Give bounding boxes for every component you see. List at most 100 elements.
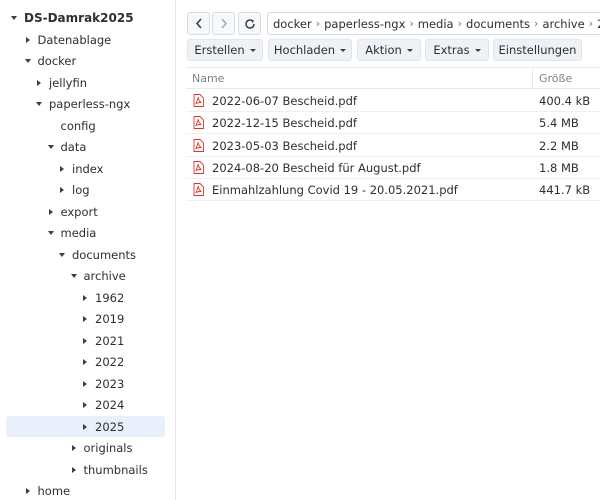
file-size: 1.8 MB — [539, 160, 579, 175]
erstellen-button[interactable]: Erstellen — [187, 39, 263, 61]
tree-item-thumbnails[interactable]: thumbnails — [6, 459, 165, 480]
breadcrumb-segment[interactable]: docker — [273, 17, 312, 31]
tree-item-archive[interactable]: archive — [6, 266, 165, 287]
path-separator: › — [315, 17, 321, 30]
hochladen-button[interactable]: Hochladen — [268, 39, 352, 61]
chevron-down-icon — [474, 48, 481, 52]
tree-item-log[interactable]: log — [6, 180, 165, 201]
chevron-right-icon[interactable] — [79, 423, 91, 430]
tree-item-label: 1962 — [95, 290, 125, 305]
tree-item-label: 2024 — [95, 398, 125, 412]
pdf-file-icon — [193, 94, 204, 107]
column-header-size[interactable]: Größe — [539, 72, 572, 85]
file-row[interactable]: 2023-05-03 Bescheid.pdf 2.2 MB — [186, 135, 600, 157]
tree-item-ds_damrak2025[interactable]: DS-Damrak2025 — [6, 8, 165, 29]
path-bar[interactable]: docker › paperless-ngx › media › documents › arc… — [267, 12, 600, 35]
chevron-down-icon[interactable] — [45, 231, 57, 235]
tree-item-media[interactable]: media — [6, 223, 165, 244]
chevron-right-icon[interactable] — [79, 359, 91, 365]
file-name: 2022-12-15 Bescheid.pdf — [212, 116, 357, 131]
tree-item-label: 2021 — [95, 333, 125, 348]
tree-item-y2025[interactable]: 2025 — [6, 416, 165, 437]
file-size: 400.4 kB — [539, 94, 591, 108]
tree-item-home[interactable]: home — [6, 481, 165, 500]
extras-button[interactable]: Extras — [425, 39, 489, 61]
path-separator: › — [457, 17, 463, 30]
tree-item-export[interactable]: export — [6, 201, 165, 222]
file-name: 2024-08-20 Bescheid für August.pdf — [212, 160, 421, 175]
tree-item-y1962[interactable]: 1962 — [6, 287, 165, 308]
einstellungen-button[interactable]: Einstellungen — [493, 39, 582, 61]
tree-item-jellyfin[interactable]: jellyfin — [6, 72, 165, 93]
tree-item-paperless_ngx[interactable]: paperless-ngx — [6, 94, 165, 115]
tree-item-y2023[interactable]: 2023 — [6, 373, 165, 394]
tree-item-label: documents — [72, 247, 137, 262]
tree-item-label: thumbnails — [83, 462, 148, 477]
chevron-right-icon[interactable] — [56, 187, 68, 193]
chevron-right-icon[interactable] — [79, 380, 91, 387]
chevron-right-icon[interactable] — [56, 165, 68, 172]
chevron-right-icon[interactable] — [79, 316, 91, 322]
tree-item-originals[interactable]: originals — [6, 438, 165, 459]
tree-item-label: 2022 — [95, 355, 125, 369]
tree-item-data[interactable]: data — [6, 137, 165, 158]
pdf-file-icon — [193, 116, 204, 130]
breadcrumb-segment[interactable]: documents — [466, 17, 530, 31]
tree-item-y2019[interactable]: 2019 — [6, 309, 165, 330]
back-button[interactable] — [187, 12, 210, 35]
chevron-down-icon[interactable] — [56, 252, 68, 257]
tree-item-y2021[interactable]: 2021 — [6, 330, 165, 351]
tree-item-label: index — [72, 161, 104, 176]
tree-item-label: config — [60, 118, 96, 133]
chevron-right-icon[interactable] — [33, 79, 45, 86]
file-size: 441.7 kB — [539, 183, 591, 198]
forward-button[interactable] — [212, 12, 235, 35]
chevron-down-icon — [249, 48, 256, 52]
file-row[interactable]: 2022-12-15 Bescheid.pdf 5.4 MB — [186, 112, 600, 135]
breadcrumb-segment[interactable]: archive — [542, 17, 584, 31]
breadcrumb-segment[interactable]: media — [418, 17, 454, 31]
file-size: 2.2 MB — [539, 138, 579, 153]
column-divider[interactable] — [532, 68, 533, 89]
aktion-button[interactable]: Aktion — [357, 39, 421, 61]
tree-item-label: Datenablage — [37, 32, 112, 47]
chevron-down-icon — [340, 48, 347, 52]
chevron-right-icon[interactable] — [79, 337, 91, 344]
chevron-down-icon[interactable] — [68, 274, 80, 278]
tree-item-y2024[interactable]: 2024 — [6, 395, 165, 416]
breadcrumb-segment[interactable]: paperless-ngx — [324, 17, 405, 31]
chevron-right-icon[interactable] — [45, 208, 57, 215]
tree-item-y2022[interactable]: 2022 — [6, 352, 165, 373]
chevron-down-icon[interactable] — [33, 102, 45, 106]
path-separator: › — [409, 17, 414, 30]
file-name: 2022-06-07 Bescheid.pdf — [212, 94, 357, 108]
tree-item-index[interactable]: index — [6, 158, 165, 179]
tree-item-label: DS-Damrak2025 — [24, 11, 134, 25]
chevron-down-icon — [406, 48, 413, 52]
tree-item-label: paperless-ngx — [49, 97, 131, 111]
chevron-down-icon[interactable] — [22, 59, 34, 63]
tree-item-label: jellyfin — [49, 75, 87, 90]
chevron-right-icon[interactable] — [68, 445, 80, 451]
tree-item-config[interactable]: config — [6, 115, 165, 136]
pdf-file-icon — [193, 183, 204, 197]
tree-item-docker[interactable]: docker — [6, 51, 165, 72]
column-header-name[interactable]: Name — [192, 72, 224, 85]
file-size: 5.4 MB — [539, 116, 579, 131]
file-row[interactable]: 2022-06-07 Bescheid.pdf 400.4 kB — [186, 90, 600, 112]
tree-item-datenablage[interactable]: Datenablage — [6, 29, 165, 50]
chevron-right-icon[interactable] — [79, 294, 91, 301]
chevron-right-icon[interactable] — [79, 402, 91, 408]
tree-item-documents[interactable]: documents — [6, 244, 165, 265]
chevron-right-icon[interactable] — [68, 466, 80, 473]
pdf-file-icon — [193, 160, 204, 174]
chevron-down-icon[interactable] — [8, 16, 20, 20]
chevron-down-icon[interactable] — [45, 145, 57, 149]
refresh-button[interactable] — [238, 12, 261, 35]
file-row[interactable]: Einmahlzahlung Covid 19 - 20.05.2021.pdf… — [186, 179, 600, 202]
pdf-file-icon — [193, 138, 204, 152]
chevron-right-icon[interactable] — [22, 36, 34, 43]
chevron-right-icon[interactable] — [22, 488, 34, 494]
chevron-left-icon — [195, 18, 202, 29]
file-row[interactable]: 2024-08-20 Bescheid für August.pdf 1.8 MB — [186, 157, 600, 179]
